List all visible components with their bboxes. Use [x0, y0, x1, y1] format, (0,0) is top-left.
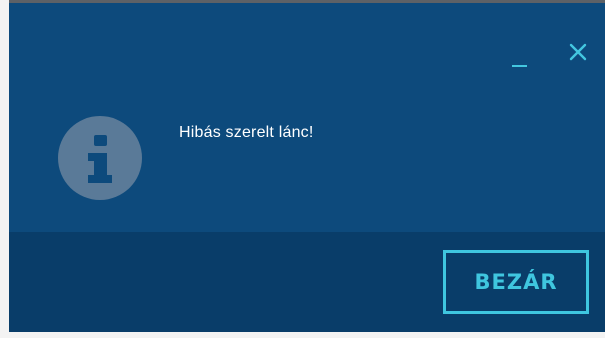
dialog-message: Hibás szerelt lánc! — [179, 124, 314, 141]
close-dialog-button[interactable]: BEZÁR — [443, 250, 589, 314]
info-dialog: Hibás szerelt lánc! BEZÁR — [9, 0, 605, 332]
window-close-button[interactable] — [565, 39, 591, 65]
minimize-button[interactable] — [507, 37, 531, 67]
minimize-icon — [511, 65, 527, 67]
close-icon — [569, 43, 587, 61]
info-icon — [57, 115, 143, 201]
dialog-footer: BEZÁR — [9, 232, 605, 332]
